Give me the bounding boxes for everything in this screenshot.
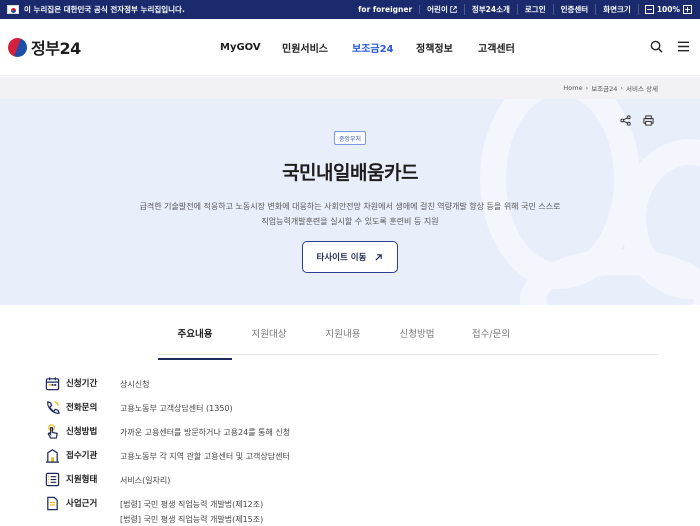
info-value: 상시신청 (120, 380, 150, 389)
info-value: 고용노동부 각 지역 관할 고용센터 및 고객상담센터 (120, 452, 290, 461)
zoom-in-button[interactable]: + (683, 5, 692, 14)
info-label: 신청기간 (66, 379, 98, 389)
zoom-out-button[interactable]: − (644, 5, 654, 14)
legal-basis-link[interactable]: [법령] 국민 평생 직업능력 개발법(제12조) (120, 497, 640, 512)
service-title: 국민내일배움카드 (282, 162, 418, 184)
info-label: 접수기관 (66, 451, 98, 461)
info-row-agency: 접수기관 고용노동부 각 지역 관할 고용센터 및 고객상담센터 (44, 447, 290, 463)
breadcrumb: Home › 보조금24 › 서비스 상세 (0, 77, 700, 99)
info-row-period: 신청기간 상시신청 (44, 375, 149, 391)
info-value: 고용노동부 고객상담센터 (1350) (120, 404, 233, 413)
about-gov24-link[interactable]: 정부24소개 (465, 4, 518, 15)
print-icon[interactable] (643, 115, 654, 126)
tab-contact[interactable]: 접수/문의 (454, 320, 528, 354)
info-label: 사업근거 (66, 499, 98, 509)
main-nav: MyGOV 민원서비스 보조금24 정책정보 고객센터 (220, 19, 538, 76)
tab-eligibility[interactable]: 지원대상 (232, 320, 306, 354)
certificate-center-link[interactable]: 인증센터 (554, 4, 597, 15)
info-row-legal-basis: 사업근거 [법령] 국민 평생 직업능력 개발법(제12조) [법령] 국민 평… (44, 495, 263, 524)
info-label: 지원형태 (66, 475, 98, 485)
nav-customer-center[interactable]: 고객센터 (478, 40, 538, 55)
logo-text: 정부24 (31, 39, 81, 58)
arrow-up-right-icon (375, 253, 383, 261)
category-badge: 중앙부처 (334, 131, 366, 145)
tab-main-content[interactable]: 주요내용 (158, 320, 232, 360)
external-link-icon (450, 6, 457, 13)
search-icon[interactable] (650, 40, 663, 53)
detail-tabs: 주요내용 지원대상 지원내용 신청방법 접수/문의 (158, 320, 658, 360)
legal-basis-link[interactable]: [법령] 국민 평생 직업능력 개발법(제15조) (120, 512, 640, 526)
nav-mygov[interactable]: MyGOV (220, 42, 276, 53)
chevron-right-icon: › (585, 84, 589, 92)
screen-size-label: 화면크기 (596, 4, 639, 15)
tab-application-method[interactable]: 신청방법 (380, 320, 454, 354)
hand-pointer-icon (44, 423, 60, 439)
list-icon (44, 471, 60, 487)
phone-icon (44, 399, 60, 415)
site-header: 정부24 MyGOV 민원서비스 보조금24 정책정보 고객센터 (0, 19, 700, 76)
gov24-logo[interactable]: 정부24 (8, 35, 81, 59)
service-description: 급격한 기술발전에 적응하고 노동시장 변화에 대응하는 사회안전망 차원에서 … (139, 202, 561, 226)
building-icon (44, 447, 60, 463)
breadcrumb-subsidy24[interactable]: 보조금24 (591, 83, 617, 93)
gov-notice-bar: 이 누리집은 대한민국 공식 전자정부 누리집입니다. for foreigne… (0, 0, 700, 19)
chevron-right-icon: › (620, 84, 624, 92)
external-site-button[interactable]: 타사이트 이동 (302, 241, 398, 273)
breadcrumb-current: 서비스 상세 (626, 85, 658, 93)
calendar-icon (44, 375, 60, 391)
kids-link[interactable]: 어린이 (420, 4, 465, 15)
nav-subsidy24[interactable]: 보조금24 (352, 40, 416, 55)
login-link[interactable]: 로그인 (518, 4, 554, 15)
info-value: 서비스(일자리) (120, 476, 171, 485)
breadcrumb-home[interactable]: Home (563, 84, 582, 92)
gov-notice-text: 이 누리집은 대한민국 공식 전자정부 누리집입니다. (24, 5, 185, 14)
tab-support-content[interactable]: 지원내용 (306, 320, 380, 354)
nav-civil-service[interactable]: 민원서비스 (282, 40, 352, 55)
info-label: 신청방법 (66, 427, 98, 437)
for-foreigner-link[interactable]: for foreigner (351, 5, 421, 14)
taegeuk-logo-icon (8, 37, 27, 57)
info-row-method: 신청방법 가까운 고용센터를 방문하거나 고용24를 통해 신청 (44, 423, 290, 439)
nav-policy-info[interactable]: 정책정보 (416, 40, 478, 55)
info-label: 전화문의 (66, 403, 98, 413)
menu-icon[interactable] (677, 40, 690, 53)
document-icon (44, 495, 60, 511)
info-row-phone: 전화문의 고용노동부 고객상담센터 (1350) (44, 399, 233, 415)
share-icon[interactable] (620, 115, 631, 126)
info-row-type: 지원형태 서비스(일자리) (44, 471, 170, 487)
korea-flag-icon (7, 5, 19, 14)
info-value: 가까운 고용센터를 방문하거나 고용24를 통해 신청 (120, 428, 291, 437)
info-value: [법령] 국민 평생 직업능력 개발법(제12조) [법령] 국민 평생 직업능… (120, 497, 640, 526)
zoom-level: 100% (656, 5, 680, 14)
